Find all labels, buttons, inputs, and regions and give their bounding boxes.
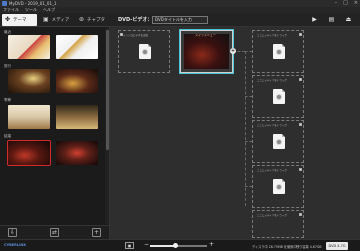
- theme-thumbnail-selected[interactable]: [7, 140, 51, 166]
- project-topbar: DVD-ビデオ： ▶ ▤ ⏏: [110, 13, 360, 27]
- media-drop-label: ここにメディアをドラッグ: [257, 169, 287, 172]
- theme-thumbnail[interactable]: [8, 69, 50, 93]
- theme-thumbnail[interactable]: [56, 35, 98, 59]
- maximize-icon[interactable]: □: [343, 0, 348, 7]
- close-icon[interactable]: ×: [354, 0, 358, 7]
- theme-sidebar: 最近 旅行 季節 結婚: [0, 27, 110, 225]
- media-checkbox[interactable]: [299, 213, 302, 216]
- chapter-icon: ⊛: [79, 16, 85, 23]
- minimize-icon[interactable]: –: [335, 0, 338, 7]
- theme-icon: ✤: [5, 16, 11, 23]
- media-drop-label: ここにメディアをドラッグ: [257, 34, 287, 37]
- media-drop-card[interactable]: ここにメディアをドラッグ: [252, 165, 304, 208]
- tab-bar: ✤ テーマ ▣ メディア ⊛ チャプタ: [0, 13, 110, 27]
- sidebar-scrollbar-thumb[interactable]: [105, 30, 109, 150]
- app-icon: [2, 1, 7, 6]
- media-drop-label: ここにメディアをドラッグ: [257, 79, 287, 82]
- media-drop-card[interactable]: ここにメディアをドラッグ: [252, 210, 304, 238]
- theme-thumbnail[interactable]: [56, 141, 98, 165]
- main-menu-card[interactable]: メインメニュー: [179, 29, 234, 74]
- main-menu-title: メインメニュー: [195, 33, 216, 37]
- media-drop-label: ここにメディアをドラッグ: [257, 214, 287, 217]
- import-theme-icon[interactable]: ⇩: [8, 228, 17, 237]
- connector-line: [245, 141, 252, 142]
- media-checkbox[interactable]: [299, 78, 302, 81]
- intro-card-label: イントロビデオを追加: [123, 34, 149, 37]
- play-icon[interactable]: ▶: [309, 15, 320, 25]
- tab-media[interactable]: ▣ メディア: [40, 14, 73, 26]
- dvd-title-input[interactable]: [152, 16, 208, 24]
- sidebar-toolbar: ⇩ ⇄ +: [0, 225, 110, 239]
- connector-line: [245, 96, 252, 97]
- save-icon[interactable]: ▤: [326, 15, 337, 25]
- theme-thumbnail[interactable]: [8, 35, 50, 59]
- status-bar: CYBERLINK ▣ − + ディスク中 28.75MB を使用中 残り容量 …: [0, 239, 360, 251]
- disc-placeholder-icon: [139, 44, 151, 59]
- disc-type-badge[interactable]: DVD 4.7G: [326, 242, 348, 250]
- media-drop-card[interactable]: ここにメディアをドラッグ: [252, 75, 304, 118]
- theme-thumbnail[interactable]: [8, 105, 50, 129]
- tab-theme[interactable]: ✤ テーマ: [2, 14, 37, 26]
- media-checkbox[interactable]: [299, 168, 302, 171]
- zoom-slider-fill: [150, 245, 176, 247]
- media-drop-label: ここにメディアをドラッグ: [257, 124, 287, 127]
- media-checkbox[interactable]: [299, 33, 302, 36]
- brand-logo: CYBERLINK: [4, 243, 27, 247]
- disc-placeholder-icon: [273, 179, 285, 194]
- zoom-slider-knob[interactable]: [173, 243, 179, 248]
- add-submenu-icon[interactable]: +: [230, 48, 236, 54]
- intro-video-card[interactable]: イントロビデオを追加: [118, 30, 170, 73]
- media-checkbox[interactable]: [299, 123, 302, 126]
- window-title: MyDVD - 2019_01_01_1: [9, 1, 57, 6]
- media-drop-card[interactable]: ここにメディアをドラッグ: [252, 120, 304, 163]
- burn-icon[interactable]: ⏏: [343, 15, 354, 25]
- add-theme-icon[interactable]: +: [92, 228, 101, 237]
- disc-placeholder-icon: [273, 89, 285, 104]
- connector-line: [245, 51, 252, 52]
- section-label-wedding: 結婚: [4, 134, 11, 138]
- tab-media-label: メディア: [51, 18, 70, 23]
- dvd-video-label: DVD-ビデオ：: [118, 17, 153, 23]
- theme-thumbnail[interactable]: [56, 69, 98, 93]
- disc-usage-text: ディスク中 28.75MB を使用中: [252, 244, 297, 249]
- disc-placeholder-icon: [273, 134, 285, 149]
- zoom-out-icon[interactable]: −: [144, 241, 149, 248]
- section-label-season: 季節: [4, 98, 11, 102]
- connector-line: [245, 186, 252, 187]
- refresh-theme-icon[interactable]: ⇄: [50, 228, 59, 237]
- remaining-space-text: 残り容量 4.67GB: [296, 244, 322, 249]
- tab-chapter-label: チャプタ: [87, 18, 105, 23]
- tab-theme-label: テーマ: [13, 18, 27, 23]
- media-icon: ▣: [43, 16, 49, 23]
- connector-line: [245, 51, 246, 206]
- tab-chapter[interactable]: ⊛ チャプタ: [76, 14, 109, 26]
- main-menu-thumbnail: [184, 34, 229, 69]
- zoom-in-icon[interactable]: +: [209, 241, 214, 248]
- disc-placeholder-icon: [273, 44, 285, 59]
- media-drop-card[interactable]: ここにメディアをドラッグ: [252, 30, 304, 73]
- window-controls: – □ ×: [335, 0, 358, 7]
- theme-thumbnail[interactable]: [56, 105, 98, 129]
- fit-view-icon[interactable]: ▣: [125, 242, 134, 249]
- title-bar: MyDVD - 2019_01_01_1: [0, 0, 360, 7]
